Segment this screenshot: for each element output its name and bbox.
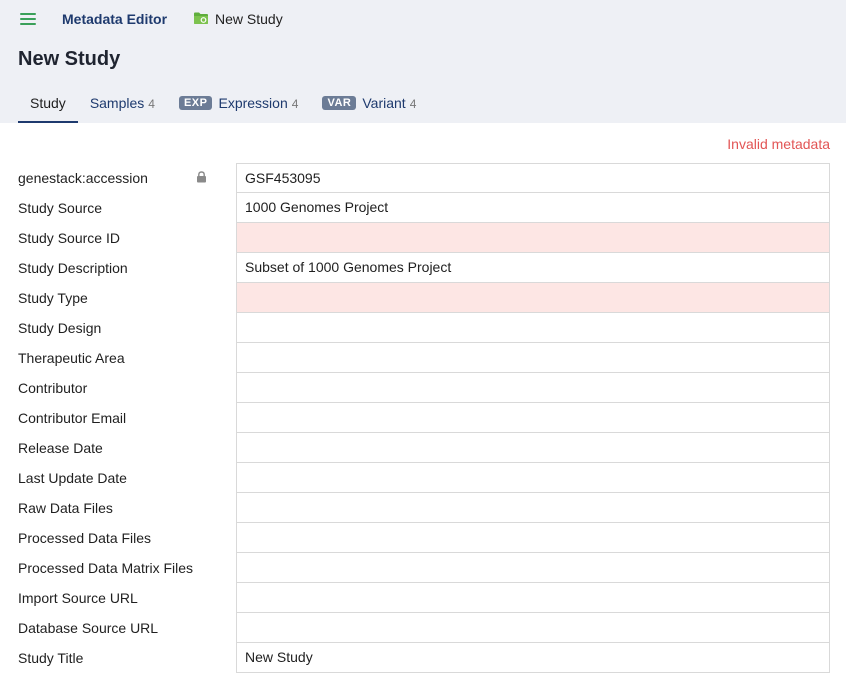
hamburger-icon[interactable]	[20, 13, 36, 25]
field-row: Processed Data Matrix Files	[18, 553, 830, 583]
field-row: Study Type	[18, 283, 830, 313]
field-label: Contributor Email	[18, 403, 218, 433]
field-value-input[interactable]	[236, 403, 830, 433]
app-title[interactable]: Metadata Editor	[62, 11, 167, 27]
field-label: Release Date	[18, 433, 218, 463]
field-label-text: Contributor	[18, 380, 88, 396]
field-label: Database Source URL	[18, 613, 218, 643]
field-row: Study Source 1000 Genomes Project	[18, 193, 830, 223]
field-row: Study Description Subset of 1000 Genomes …	[18, 253, 830, 283]
tab-label: Samples	[89, 95, 145, 111]
field-value-input[interactable]	[236, 463, 830, 493]
field-label: Import Source URL	[18, 583, 218, 613]
field-label: Processed Data Files	[18, 523, 218, 553]
exp-badge: EXP	[178, 96, 213, 110]
invalid-metadata-status: Invalid metadata	[727, 136, 830, 152]
tab-count: 4	[148, 97, 155, 111]
field-label-text: Study Design	[18, 320, 102, 336]
field-label: Therapeutic Area	[18, 343, 218, 373]
field-row: Processed Data Files	[18, 523, 830, 553]
field-label-text: Study Title	[18, 650, 84, 666]
header-area: Metadata Editor New Study New Study Stud…	[0, 0, 846, 123]
field-row: Study Design	[18, 313, 830, 343]
field-value-input[interactable]: 1000 Genomes Project	[236, 193, 830, 223]
field-row: Database Source URL	[18, 613, 830, 643]
field-label-text: Therapeutic Area	[18, 350, 125, 366]
field-value-input[interactable]	[236, 613, 830, 643]
field-value-input[interactable]	[236, 553, 830, 583]
metadata-form: genestack:accession GSF453095 Study Source…	[18, 163, 830, 673]
field-label-text: Last Update Date	[18, 470, 127, 486]
field-label-text: Study Source	[18, 200, 103, 216]
field-label-text: Database Source URL	[18, 620, 159, 636]
field-label-text: Study Type	[18, 290, 88, 306]
field-label: Contributor	[18, 373, 218, 403]
field-label: Last Update Date	[18, 463, 218, 493]
field-value-input[interactable]	[236, 583, 830, 613]
field-row: Study Title New Study	[18, 643, 830, 673]
field-value-input[interactable]	[236, 283, 830, 313]
var-badge: VAR	[322, 96, 357, 110]
field-label-text: genestack:accession	[18, 170, 148, 186]
field-label-text: Contributor Email	[18, 410, 127, 426]
field-value-input[interactable]: Subset of 1000 Genomes Project	[236, 253, 830, 283]
field-label-text: Processed Data Matrix Files	[18, 560, 194, 576]
field-row: genestack:accession GSF453095	[18, 163, 830, 193]
tab-variant[interactable]: VAR Variant 4	[310, 86, 428, 123]
field-value-input[interactable]	[236, 343, 830, 373]
tab-count: 4	[409, 97, 417, 111]
field-row: Release Date	[18, 433, 830, 463]
field-value-input[interactable]	[236, 373, 830, 403]
tab-label: Study	[30, 95, 66, 111]
field-label: Raw Data Files	[18, 493, 218, 523]
field-label-text: Release Date	[18, 440, 103, 456]
page-title: New Study	[18, 48, 121, 70]
field-value-input[interactable]: New Study	[236, 643, 830, 673]
tab-samples[interactable]: Samples 4	[78, 86, 167, 123]
tab-label: Expression	[218, 95, 288, 111]
field-label: Study Type	[18, 283, 218, 313]
lock-icon	[197, 171, 206, 183]
field-row: Contributor	[18, 373, 830, 403]
top-bar: Metadata Editor New Study	[0, 0, 846, 38]
field-label-text: Study Description	[18, 260, 128, 276]
field-row: Therapeutic Area	[18, 343, 830, 373]
breadcrumb-label[interactable]: New Study	[215, 11, 283, 27]
field-value-input[interactable]	[236, 223, 830, 253]
field-label-text: Study Source ID	[18, 230, 120, 246]
folder-icon	[194, 12, 208, 24]
field-label-text: Raw Data Files	[18, 500, 113, 516]
field-row: Study Source ID	[18, 223, 830, 253]
field-row: Raw Data Files	[18, 493, 830, 523]
field-value-input: GSF453095	[236, 163, 830, 193]
field-row: Last Update Date	[18, 463, 830, 493]
tab-study[interactable]: Study	[18, 86, 78, 123]
tab-label: Variant	[362, 95, 406, 111]
field-label: Processed Data Matrix Files	[18, 553, 218, 583]
field-value-input[interactable]	[236, 313, 830, 343]
field-label: Study Source ID	[18, 223, 218, 253]
field-label: Study Description	[18, 253, 218, 283]
field-label: Study Source	[18, 193, 218, 223]
field-row: Import Source URL	[18, 583, 830, 613]
field-label-text: Import Source URL	[18, 590, 138, 606]
tab-count: 4	[291, 97, 299, 111]
field-value-input[interactable]	[236, 493, 830, 523]
field-label: Study Title	[18, 643, 218, 673]
field-label: Study Design	[18, 313, 218, 343]
tab-bar: Study Samples 4 EXP Expression 4 VAR Var…	[18, 86, 428, 123]
tab-expression[interactable]: EXP Expression 4	[167, 86, 310, 123]
field-value-input[interactable]	[236, 523, 830, 553]
field-value-input[interactable]	[236, 433, 830, 463]
field-row: Contributor Email	[18, 403, 830, 433]
field-label-text: Processed Data Files	[18, 530, 152, 546]
field-label: genestack:accession	[18, 163, 218, 193]
